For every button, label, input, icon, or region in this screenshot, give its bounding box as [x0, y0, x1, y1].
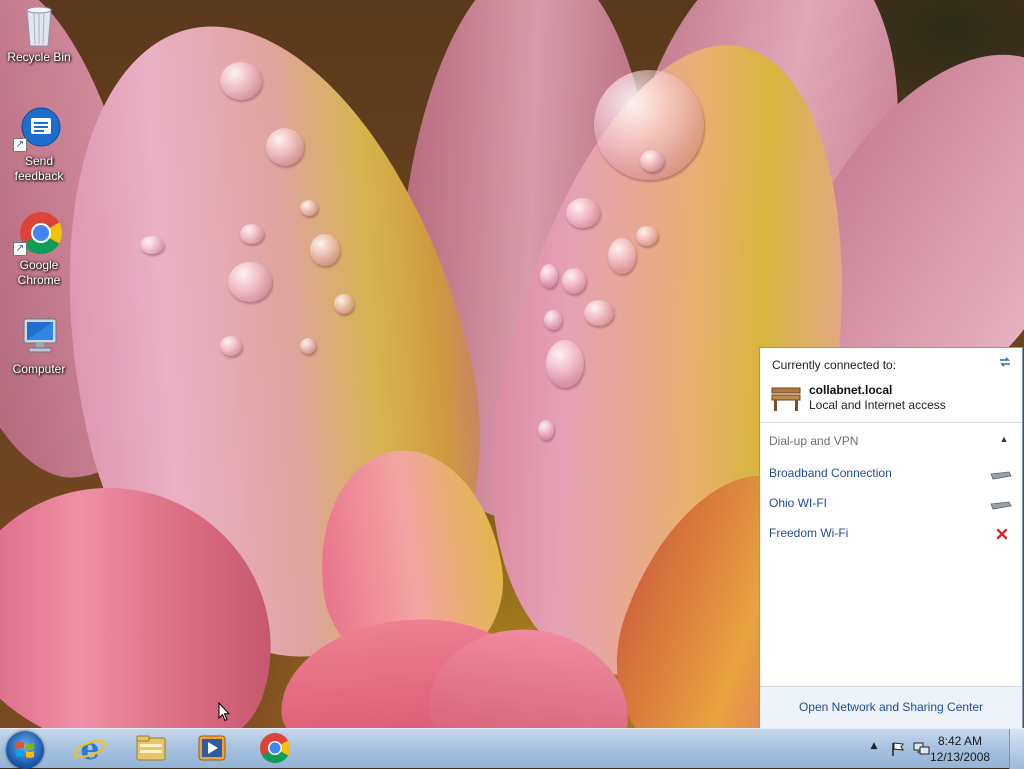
chrome-icon — [260, 733, 291, 764]
action-center-flag-icon[interactable] — [890, 741, 906, 757]
show-hidden-icons-arrow[interactable]: ▲ — [868, 741, 880, 753]
media-player-icon — [198, 735, 226, 761]
shortcut-arrow-icon: ↗ — [13, 138, 27, 152]
show-desktop-button[interactable] — [1009, 729, 1024, 769]
computer-icon — [15, 314, 63, 360]
taskbar-clock[interactable]: 8:42 AM 12/13/2008 — [930, 733, 990, 765]
taskbar-windows-explorer[interactable] — [127, 730, 175, 766]
refresh-icon[interactable] — [997, 354, 1013, 370]
dialup-modem-icon — [989, 499, 1013, 510]
windows-explorer-icon — [136, 735, 166, 761]
group-header-dialup-vpn[interactable]: Dial-up and VPN — [769, 434, 858, 448]
network-item-ohio-wifi[interactable]: Ohio WI-FI — [769, 493, 1013, 515]
network-bench-icon — [770, 384, 802, 412]
taskbar: e ▲ 8:42 AM 12/13/2008 — [0, 728, 1024, 769]
chrome-icon: ↗ — [13, 210, 63, 256]
divider — [760, 422, 1022, 423]
desktop-icon-computer[interactable]: Computer — [2, 314, 76, 377]
network-item-label: Freedom Wi-Fi — [769, 526, 849, 540]
desktop-icon-label: Google Chrome — [17, 258, 61, 287]
start-button[interactable] — [6, 731, 44, 769]
svg-text:e: e — [80, 732, 99, 766]
clock-date: 12/13/2008 — [930, 750, 991, 764]
desktop-icon-label: Recycle Bin — [7, 50, 71, 64]
taskbar-media-player[interactable] — [188, 730, 236, 766]
recycle-bin-icon — [15, 2, 63, 48]
desktop-icon-label: Send feedback — [14, 154, 64, 183]
send-feedback-icon: ↗ — [13, 106, 63, 152]
open-network-sharing-center-link[interactable]: Open Network and Sharing Center — [760, 700, 1022, 714]
network-item-broadband[interactable]: Broadband Connection — [769, 463, 1013, 485]
network-item-label: Broadband Connection — [769, 466, 892, 480]
chevron-up-icon[interactable]: ▲ — [998, 434, 1010, 446]
clock-time: 8:42 AM — [937, 734, 983, 748]
flyout-footer: Open Network and Sharing Center — [760, 686, 1022, 728]
dialup-modem-icon — [989, 469, 1013, 480]
taskbar-google-chrome[interactable] — [251, 730, 299, 766]
network-flyout: Currently connected to: collabnet.local … — [759, 347, 1023, 728]
mouse-cursor-icon — [218, 701, 231, 722]
desktop-icon-label: Computer — [12, 362, 66, 376]
shortcut-arrow-icon: ↗ — [13, 242, 27, 256]
taskbar-internet-explorer[interactable]: e — [66, 730, 114, 767]
connected-network-status: Local and Internet access — [809, 398, 946, 412]
disconnected-x-icon — [995, 527, 1009, 541]
flyout-header: Currently connected to: — [772, 358, 897, 372]
desktop-icon-recycle-bin[interactable]: Recycle Bin — [2, 2, 76, 65]
network-icon[interactable] — [913, 741, 931, 757]
network-item-label: Ohio WI-FI — [769, 496, 828, 510]
desktop-icon-send-feedback[interactable]: ↗ Send feedback — [2, 106, 76, 184]
connected-network-name: collabnet.local — [809, 383, 893, 397]
windows-logo-icon — [16, 742, 34, 758]
internet-explorer-icon: e — [73, 732, 107, 767]
network-item-freedom-wifi[interactable]: Freedom Wi-Fi — [769, 523, 1013, 545]
desktop-icon-google-chrome[interactable]: ↗ Google Chrome — [2, 210, 76, 288]
